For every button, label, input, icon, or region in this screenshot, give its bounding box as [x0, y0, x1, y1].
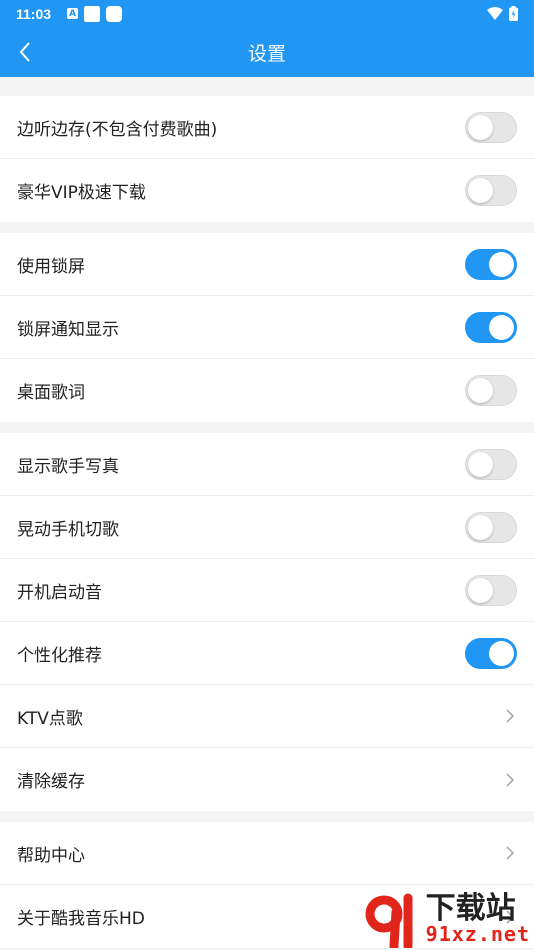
battery-icon — [509, 6, 518, 21]
status-time: 11:03 — [16, 5, 52, 22]
toggle-switch[interactable] — [465, 175, 517, 206]
settings-row-label: 显示歌手写真 — [17, 456, 119, 477]
settings-row-control — [465, 175, 517, 206]
settings-row[interactable]: 边听边存(不包含付费歌曲) — [0, 96, 534, 159]
settings-row[interactable]: 开机启动音 — [0, 559, 534, 622]
settings-row-label: 豪华VIP极速下载 — [17, 183, 146, 203]
settings-row[interactable]: 晃动手机切歌 — [0, 496, 534, 559]
toggle-knob — [489, 640, 514, 666]
settings-row-control — [465, 574, 517, 606]
settings-row-control — [465, 111, 517, 143]
toggle-switch[interactable] — [465, 248, 517, 280]
settings-list: 边听边存(不包含付费歌曲) 豪华VIP极速下载 使用锁屏锁屏通知显示 桌面歌词显示歌手… — [0, 77, 534, 948]
settings-row-label: 清除缓存 — [17, 772, 85, 792]
chevron-left-icon — [19, 42, 30, 62]
settings-row-label: KTV点歌 — [17, 708, 83, 729]
top-app-bar: 设置 — [0, 27, 534, 77]
page-title: 设置 — [247, 42, 286, 65]
status-bar: 11:03 A — [0, 0, 534, 27]
group-separator — [0, 222, 534, 233]
settings-row-label: 锁屏通知显示 — [17, 319, 119, 340]
toggle-switch[interactable] — [465, 511, 517, 543]
settings-row-control — [465, 311, 517, 343]
settings-row-label: 帮助中心 — [17, 845, 85, 866]
watermark: 下载站 91xz.net — [364, 890, 530, 948]
settings-row-control — [465, 448, 517, 480]
toggle-knob — [489, 314, 514, 340]
toggle-knob — [468, 577, 493, 603]
status-notification-icons: A — [67, 5, 123, 22]
toggle-knob — [468, 178, 493, 203]
toggle-switch[interactable] — [465, 574, 517, 606]
notification-a-icon: A — [67, 8, 79, 19]
toggle-knob — [468, 514, 493, 540]
status-system-icons — [487, 6, 518, 21]
toggle-knob — [468, 451, 493, 477]
settings-row[interactable]: 桌面歌词 — [0, 359, 534, 422]
back-button[interactable] — [12, 39, 38, 65]
watermark-logo-icon — [365, 893, 413, 948]
settings-row-label: 个性化推荐 — [17, 645, 102, 666]
toggle-switch[interactable] — [465, 637, 517, 669]
watermark-brand: 下载站 — [425, 891, 516, 926]
settings-row-control — [465, 511, 517, 543]
chevron-right-icon — [506, 846, 515, 860]
settings-row-control — [465, 248, 517, 280]
group-separator — [0, 811, 534, 822]
group-separator — [0, 422, 534, 433]
settings-row[interactable]: 显示歌手写真 — [0, 433, 534, 496]
settings-row-label: 使用锁屏 — [17, 256, 85, 277]
settings-row[interactable]: 清除缓存 — [0, 748, 534, 811]
settings-row-control — [503, 772, 517, 787]
settings-row-label: 桌面歌词 — [17, 383, 85, 403]
settings-row[interactable]: KTV点歌 — [0, 685, 534, 748]
toggle-switch[interactable] — [465, 448, 517, 480]
settings-row[interactable]: 使用锁屏 — [0, 233, 534, 296]
settings-row[interactable]: 帮助中心 — [0, 822, 534, 885]
settings-row-control — [465, 375, 517, 406]
settings-row-label: 关于酷我音乐HD — [17, 909, 145, 929]
toggle-knob — [468, 378, 493, 403]
watermark-domain: 91xz.net — [425, 922, 530, 946]
toggle-switch[interactable] — [465, 111, 517, 143]
toggle-knob — [468, 114, 493, 140]
settings-row[interactable]: 锁屏通知显示 — [0, 296, 534, 359]
notification-square-icon — [84, 5, 101, 22]
chevron-right-icon — [506, 709, 515, 723]
settings-row[interactable]: 个性化推荐 — [0, 622, 534, 685]
chevron-right-icon — [506, 772, 515, 787]
settings-row-control — [465, 637, 517, 669]
settings-row[interactable]: 豪华VIP极速下载 — [0, 159, 534, 222]
settings-row-control — [503, 846, 517, 860]
settings-row-control — [503, 709, 517, 723]
settings-row-label: 边听边存(不包含付费歌曲) — [17, 119, 218, 140]
notification-rounded-icon — [106, 5, 123, 22]
settings-row-label: 开机启动音 — [17, 582, 102, 603]
wifi-icon — [487, 7, 503, 20]
group-separator — [0, 77, 534, 96]
toggle-switch[interactable] — [465, 311, 517, 343]
settings-row-label: 晃动手机切歌 — [17, 519, 119, 540]
toggle-switch[interactable] — [465, 375, 517, 406]
toggle-knob — [489, 251, 514, 277]
